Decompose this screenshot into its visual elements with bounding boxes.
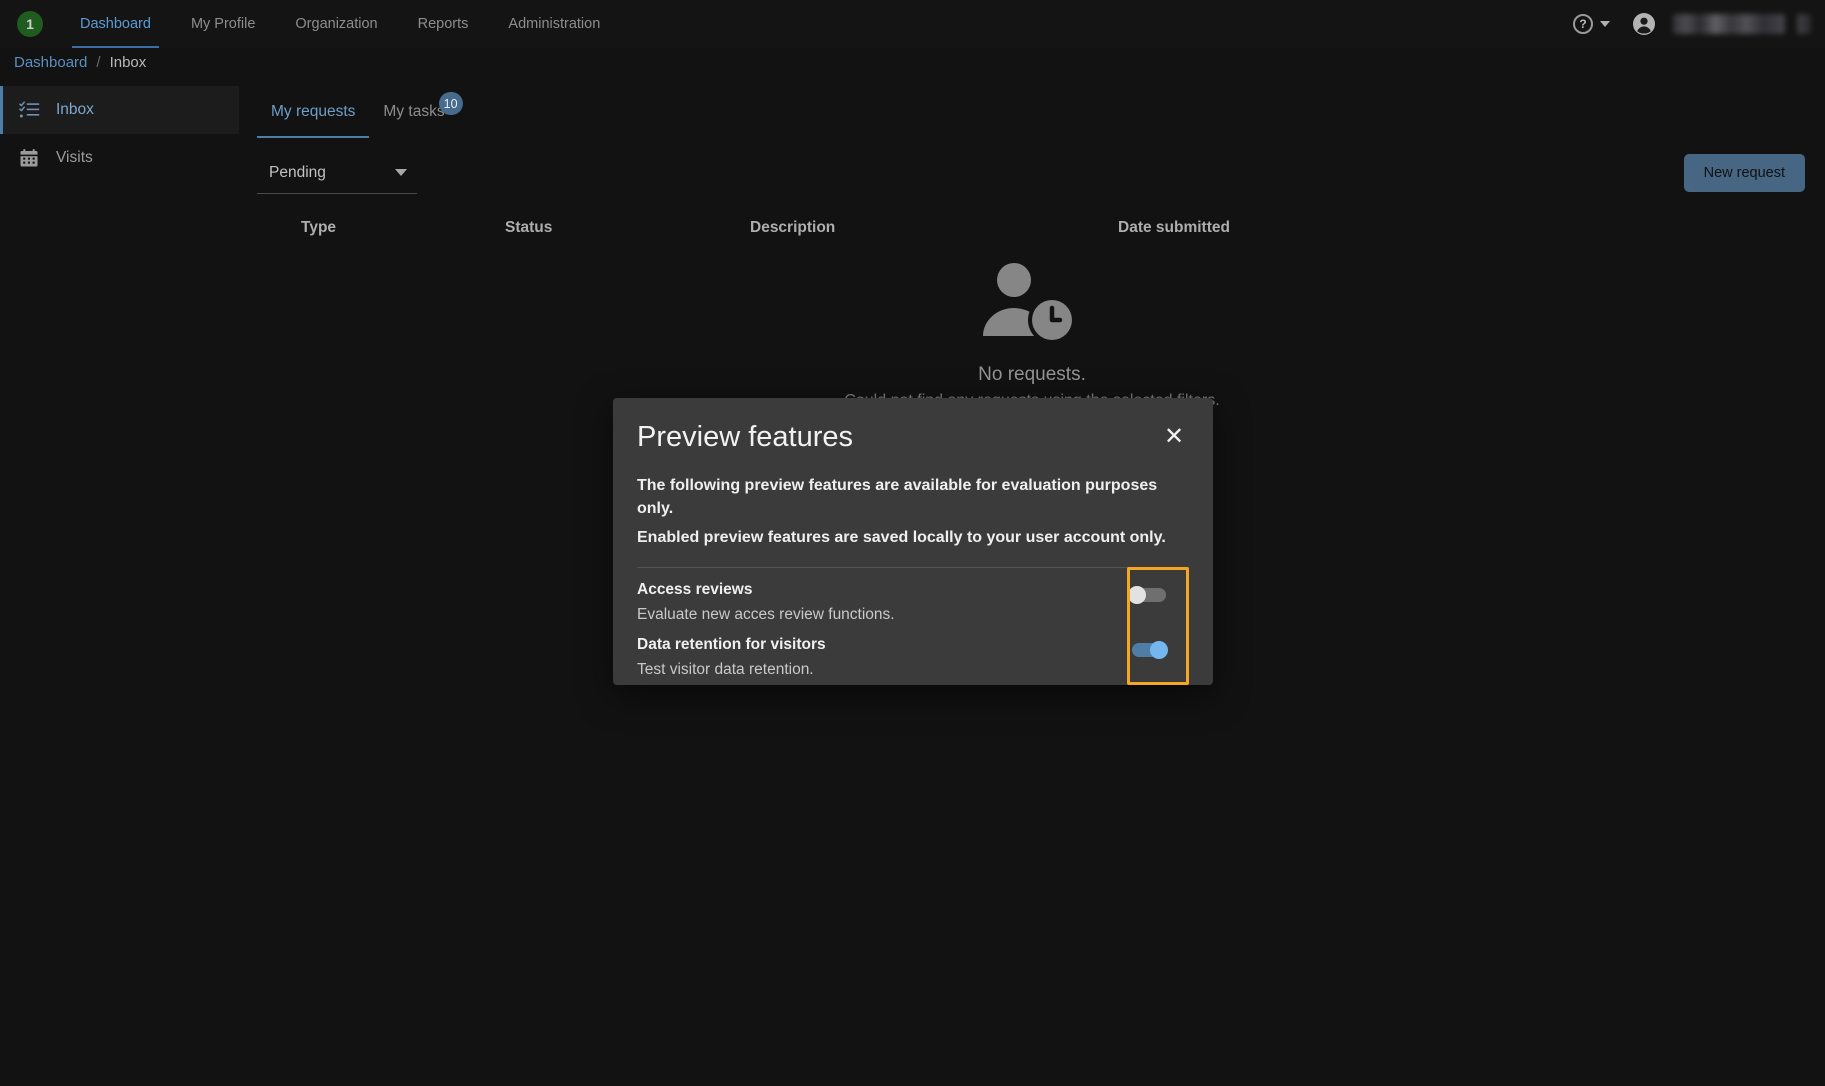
- column-header-date-submitted[interactable]: Date submitted: [1118, 219, 1418, 237]
- breadcrumb: Dashboard / Inbox: [0, 48, 1825, 76]
- feature-row-data-retention: Data retention for visitors Test visitor…: [637, 635, 1189, 690]
- dialog-description-line-2: Enabled preview features are saved local…: [637, 529, 1166, 547]
- requests-table-header: Type Status Description Date submitted: [239, 210, 1825, 246]
- chevron-down-icon: [1600, 21, 1610, 27]
- primary-nav: Dashboard My Profile Organization Report…: [60, 0, 620, 48]
- column-header-status[interactable]: Status: [505, 219, 750, 237]
- column-header-type[interactable]: Type: [257, 219, 505, 237]
- sidebar-item-inbox[interactable]: Inbox: [0, 86, 239, 134]
- account-menu-button[interactable]: [1632, 12, 1656, 36]
- tab-bar: My requests My tasks 10: [239, 86, 1825, 138]
- toggle-access-reviews[interactable]: [1128, 586, 1168, 605]
- person-clock-icon: [972, 260, 1092, 344]
- feature-description-access-reviews: Evaluate new acces review functions.: [637, 605, 895, 623]
- status-filter-select[interactable]: Pending: [257, 152, 417, 194]
- sidebar-item-label-inbox: Inbox: [56, 101, 94, 118]
- toggle-knob: [1150, 641, 1168, 660]
- dialog-description: The following preview features are avail…: [637, 474, 1189, 550]
- dialog-divider: [637, 567, 1189, 569]
- toggle-data-retention[interactable]: [1128, 641, 1168, 660]
- feature-row-access-reviews: Access reviews Evaluate new acces review…: [637, 580, 1189, 635]
- tab-my-tasks-badge: 10: [438, 92, 463, 115]
- nav-item-my-profile[interactable]: My Profile: [171, 0, 275, 48]
- chevron-down-icon: [395, 169, 407, 176]
- username-redacted-tail: [1797, 14, 1811, 34]
- calendar-icon: [18, 147, 40, 169]
- nav-item-dashboard[interactable]: Dashboard: [60, 0, 171, 48]
- feature-name-access-reviews: Access reviews: [637, 581, 753, 599]
- sidebar-item-label-visits: Visits: [56, 149, 93, 166]
- feature-name-data-retention: Data retention for visitors: [637, 636, 826, 654]
- help-menu-button[interactable]: ?: [1573, 14, 1610, 34]
- tab-my-requests-label: My requests: [271, 103, 356, 120]
- top-navigation-bar: 1 Dashboard My Profile Organization Repo…: [0, 0, 1825, 48]
- feature-description-data-retention: Test visitor data retention.: [637, 660, 814, 678]
- breadcrumb-inbox: Inbox: [109, 53, 147, 71]
- toggle-cell-data-retention: [1107, 635, 1189, 660]
- preview-features-dialog: Preview features ✕ The following preview…: [613, 398, 1213, 686]
- app-logo[interactable]: 1: [0, 0, 60, 48]
- close-icon[interactable]: ✕: [1159, 422, 1189, 452]
- feature-text-block: Data retention for visitors Test visitor…: [637, 635, 1107, 679]
- dialog-header: Preview features ✕: [637, 421, 1189, 454]
- tab-my-tasks[interactable]: My tasks 10: [369, 86, 463, 138]
- filter-row: Pending New request: [239, 138, 1825, 208]
- tab-my-requests[interactable]: My requests: [257, 86, 370, 138]
- feature-text-block: Access reviews Evaluate new acces review…: [637, 580, 1107, 624]
- logo-badge: 1: [17, 11, 43, 37]
- top-nav-right: ?: [1573, 12, 1825, 36]
- account-circle-icon: [1633, 13, 1655, 35]
- tab-my-tasks-label: My tasks: [383, 103, 445, 120]
- username-redacted: [1673, 14, 1785, 34]
- column-header-description[interactable]: Description: [750, 219, 1118, 237]
- empty-state-title: No requests.: [978, 364, 1086, 385]
- feature-toggle-list: Access reviews Evaluate new acces review…: [637, 567, 1189, 690]
- dialog-description-line-1: The following preview features are avail…: [637, 476, 1158, 518]
- empty-state: No requests. Could not find any requests…: [239, 260, 1825, 410]
- nav-item-reports[interactable]: Reports: [398, 0, 489, 48]
- sidebar-item-visits[interactable]: Visits: [0, 134, 239, 182]
- checklist-icon: [18, 99, 40, 121]
- toggle-cell-access-reviews: [1107, 580, 1189, 605]
- nav-item-administration[interactable]: Administration: [488, 0, 620, 48]
- nav-item-organization[interactable]: Organization: [275, 0, 397, 48]
- breadcrumb-dashboard[interactable]: Dashboard: [14, 54, 87, 71]
- top-nav-left: 1 Dashboard My Profile Organization Repo…: [0, 0, 620, 48]
- dialog-title: Preview features: [637, 421, 853, 453]
- help-circle-icon: ?: [1573, 14, 1593, 34]
- breadcrumb-separator: /: [96, 53, 101, 71]
- new-request-button[interactable]: New request: [1683, 154, 1805, 192]
- sidebar: Inbox Visits: [0, 86, 239, 1086]
- status-filter-value: Pending: [269, 163, 326, 181]
